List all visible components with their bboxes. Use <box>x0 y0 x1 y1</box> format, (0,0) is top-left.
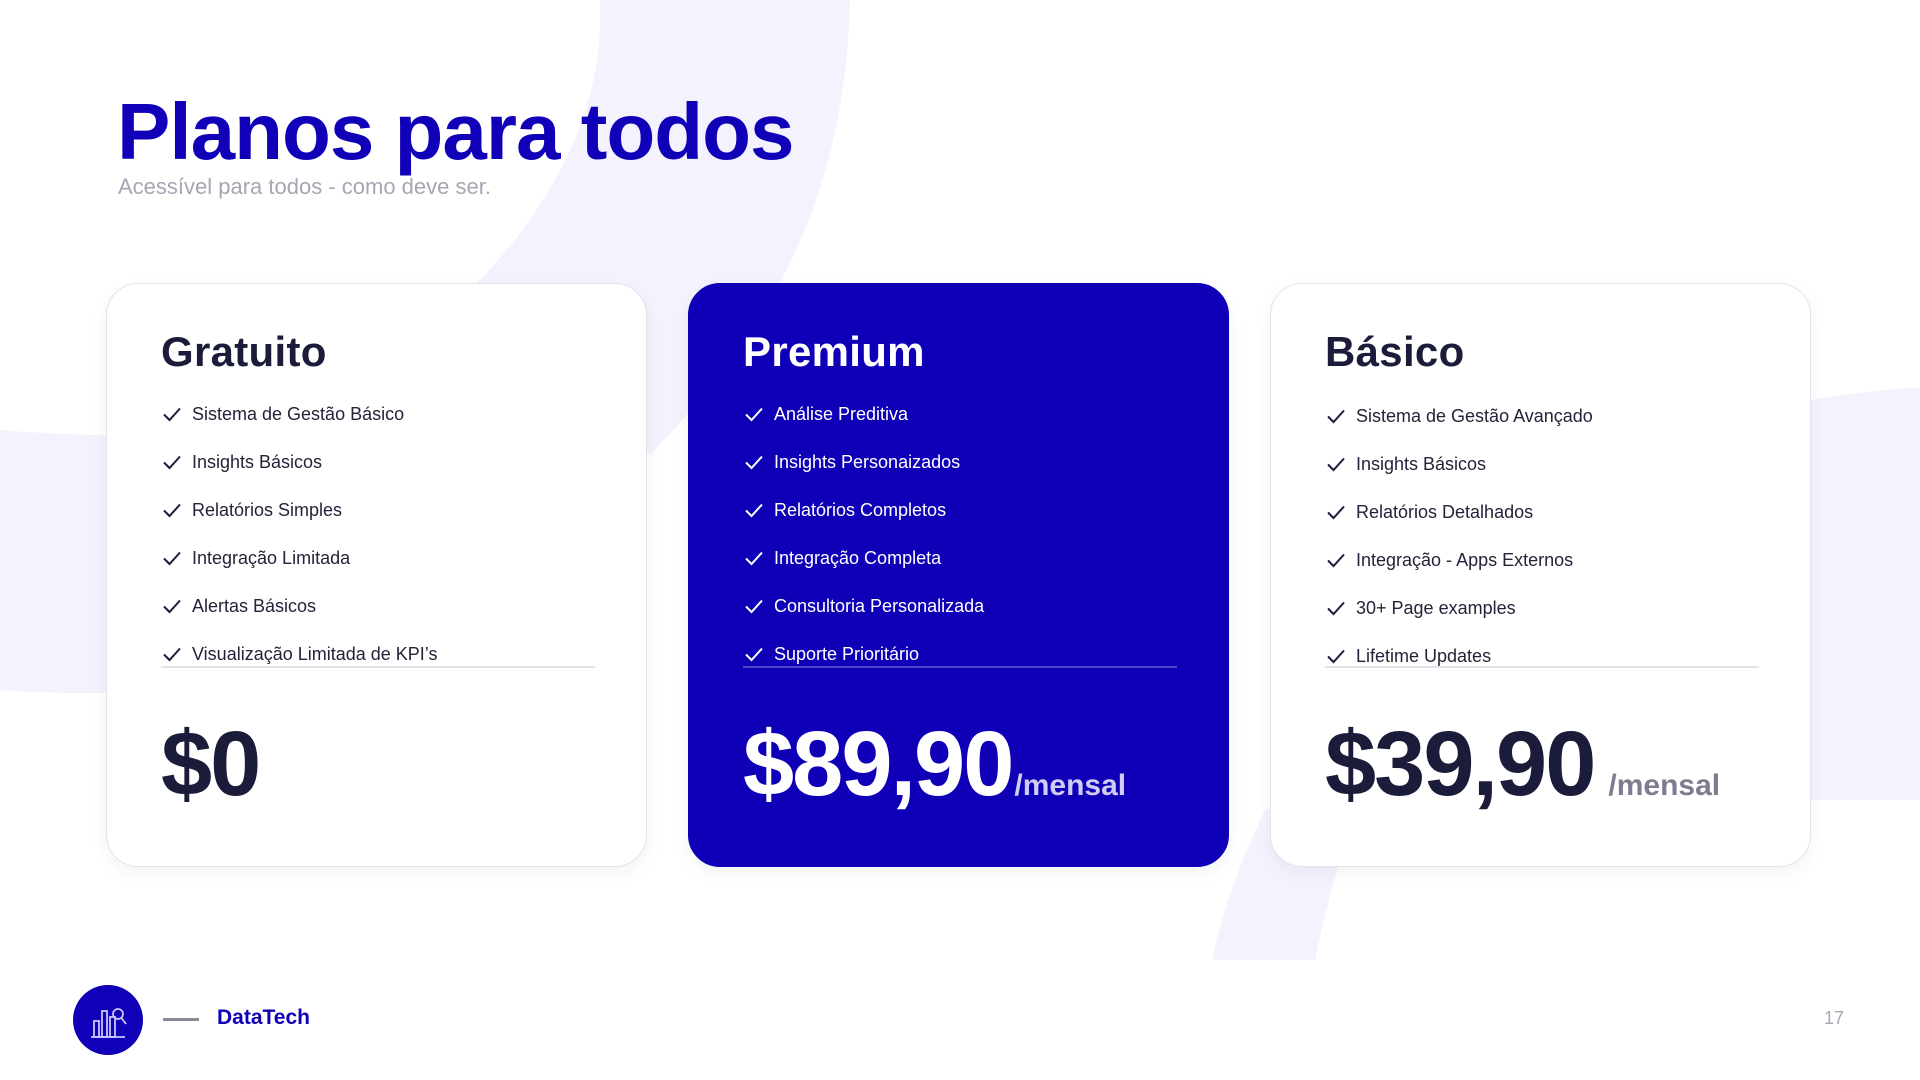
feature-item: Integração Limitada <box>161 534 595 582</box>
feature-label: Consultoria Personalizada <box>774 595 985 616</box>
price-period: /mensal <box>1014 769 1127 802</box>
feature-item: Relatórios Simples <box>161 486 595 534</box>
page-title: Planos para todos <box>117 87 794 176</box>
feature-label: Análise Preditiva <box>774 403 909 424</box>
plan-card-gratuito[interactable]: Gratuito Sistema de Gestão Básico Insigh… <box>106 283 647 867</box>
brand-name: DataTech <box>217 1006 310 1029</box>
card-divider <box>743 666 1177 668</box>
feature-label: Alertas Básicos <box>192 595 317 616</box>
check-icon <box>161 451 183 473</box>
check-icon <box>743 499 765 521</box>
feature-label: Sistema de Gestão Avançado <box>1356 405 1593 426</box>
feature-item: Visualização Limitada de KPI’s <box>161 630 595 678</box>
feature-label: Insights Personaizados <box>774 451 961 472</box>
check-icon <box>743 595 765 617</box>
check-icon <box>743 643 765 665</box>
feature-item: Alertas Básicos <box>161 582 595 630</box>
datatech-logo-icon <box>73 985 143 1055</box>
feature-item: Integração Completa <box>743 534 1177 582</box>
check-icon <box>743 451 765 473</box>
plan-price: $39,90 <box>1325 713 1596 815</box>
plan-price: $89,90 <box>743 713 1014 815</box>
feature-label: Integração Completa <box>774 547 942 568</box>
plan-name: Básico <box>1325 328 1465 375</box>
feature-label: Insights Básicos <box>192 451 323 472</box>
feature-item: Sistema de Gestão Básico <box>161 390 595 438</box>
feature-label: Suporte Prioritário <box>774 643 920 664</box>
check-icon <box>161 499 183 521</box>
feature-label: Relatórios Completos <box>774 499 947 520</box>
feature-list: Sistema de Gestão Básico Insights Básico… <box>161 390 595 678</box>
feature-label: Relatórios Simples <box>192 499 343 520</box>
feature-list: Sistema de Gestão Avançado Insights Bási… <box>1325 392 1759 680</box>
plan-card-basico[interactable]: Básico Sistema de Gestão Avançado Insigh… <box>1270 283 1811 867</box>
feature-item: 30+ Page examples <box>1325 584 1759 632</box>
check-icon <box>1325 453 1347 475</box>
footer-divider <box>163 1018 199 1021</box>
card-divider <box>1325 666 1759 668</box>
plan-price: $0 <box>161 713 261 815</box>
feature-list: Análise Preditiva Insights Personaizados… <box>743 390 1177 678</box>
check-icon <box>743 547 765 569</box>
feature-item: Relatórios Completos <box>743 486 1177 534</box>
card-divider <box>161 666 595 668</box>
check-icon <box>1325 501 1347 523</box>
check-icon <box>1325 549 1347 571</box>
price-period: /mensal <box>1608 769 1721 802</box>
feature-label: Integração Limitada <box>192 547 351 568</box>
feature-item: Integração - Apps Externos <box>1325 536 1759 584</box>
feature-label: Sistema de Gestão Básico <box>192 403 405 424</box>
check-icon <box>743 403 765 425</box>
check-icon <box>161 643 183 665</box>
feature-item: Insights Personaizados <box>743 438 1177 486</box>
feature-item: Análise Preditiva <box>743 390 1177 438</box>
plan-name: Premium <box>743 328 925 375</box>
check-icon <box>161 547 183 569</box>
page-subtitle: Acessível para todos - como deve ser. <box>118 174 491 199</box>
feature-label: Visualização Limitada de KPI’s <box>192 643 438 664</box>
check-icon <box>161 403 183 425</box>
feature-item: Lifetime Updates <box>1325 632 1759 680</box>
feature-item: Insights Básicos <box>161 438 595 486</box>
feature-item: Suporte Prioritário <box>743 630 1177 678</box>
feature-item: Consultoria Personalizada <box>743 582 1177 630</box>
feature-label: Insights Básicos <box>1356 453 1487 474</box>
price-row: $89,90 /mensal <box>743 714 1126 814</box>
check-icon <box>1325 645 1347 667</box>
feature-label: Lifetime Updates <box>1356 645 1492 666</box>
check-icon <box>1325 405 1347 427</box>
feature-item: Relatórios Detalhados <box>1325 488 1759 536</box>
price-row: $0 <box>161 713 261 815</box>
feature-item: Insights Básicos <box>1325 440 1759 488</box>
feature-label: Integração - Apps Externos <box>1356 549 1574 570</box>
page-number: 17 <box>1824 1008 1845 1028</box>
feature-label: 30+ Page examples <box>1356 597 1516 618</box>
plan-card-premium[interactable]: Premium Análise Preditiva Insights Perso… <box>688 283 1229 867</box>
check-icon <box>161 595 183 617</box>
price-row: $39,90 /mensal <box>1325 714 1720 814</box>
check-icon <box>1325 597 1347 619</box>
feature-label: Relatórios Detalhados <box>1356 501 1534 522</box>
feature-item: Sistema de Gestão Avançado <box>1325 392 1759 440</box>
plan-name: Gratuito <box>161 328 327 375</box>
